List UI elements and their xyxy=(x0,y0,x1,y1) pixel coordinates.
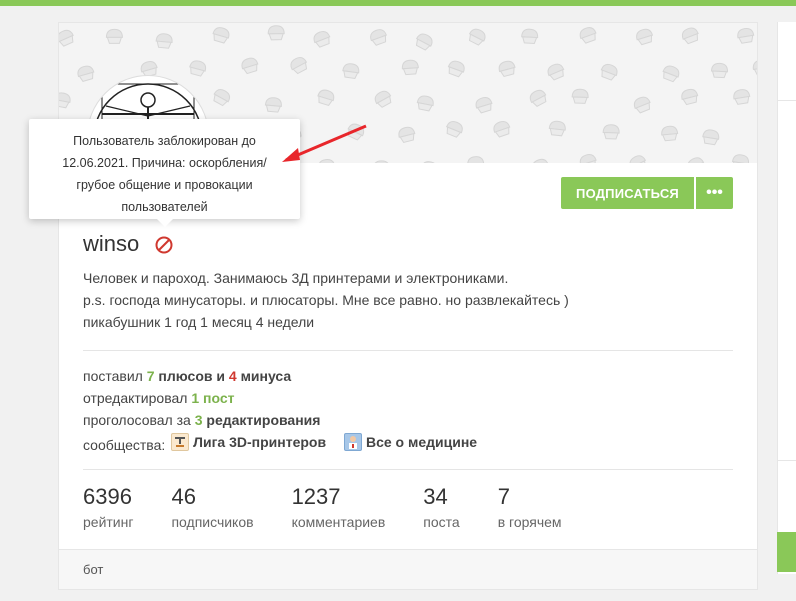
counter-comments[interactable]: 1237 комментариев xyxy=(292,483,386,533)
right-sidebar xyxy=(777,22,796,574)
profile-card: ПОДПИСАТЬСЯ ••• winso Человек и пароход.… xyxy=(58,22,758,590)
bio-line: Человек и пароход. Занимаюсь 3Д принтера… xyxy=(83,270,509,286)
profile-bio: Человек и пароход. Занимаюсь 3Д принтера… xyxy=(83,267,569,333)
edited-line: отредактировал 1 пост xyxy=(83,390,235,406)
counter-subscribers[interactable]: 46 подписчиков xyxy=(171,483,253,533)
activity-stats: поставил 7 плюсов и 4 минуса отредактиро… xyxy=(83,365,489,456)
right-sidebar-green-tab[interactable] xyxy=(777,532,796,572)
medicine-icon xyxy=(343,433,362,451)
votes-line: поставил 7 плюсов и 4 минуса xyxy=(83,368,292,384)
blocked-tooltip: Пользователь заблокирован до 12.06.2021.… xyxy=(29,119,300,227)
counter-hot[interactable]: 7 в горячем xyxy=(498,483,562,533)
bio-line: p.s. господа минусаторы. и плюсаторы. Мн… xyxy=(83,292,569,308)
username: winso xyxy=(83,231,140,256)
voted-line: проголосовал за 3 редактирования xyxy=(83,412,321,428)
counter-posts[interactable]: 34 поста xyxy=(423,483,459,533)
community-link-3d-printers[interactable]: Лига 3D-принтеров xyxy=(169,431,326,453)
voted-edits-link[interactable]: редактирования xyxy=(206,412,320,428)
more-options-button[interactable]: ••• xyxy=(696,177,733,209)
subscribe-button[interactable]: ПОДПИСАТЬСЯ xyxy=(561,177,694,209)
blocked-icon[interactable] xyxy=(155,236,173,254)
section-divider xyxy=(83,469,733,470)
right-sidebar-divider xyxy=(777,100,796,101)
counter-rating: 6396 рейтинг xyxy=(83,484,134,530)
section-divider xyxy=(83,350,733,351)
edited-posts-link[interactable]: 1 пост xyxy=(191,390,234,406)
community-link-medicine[interactable]: Все о медицине xyxy=(342,431,477,453)
top-accent-bar xyxy=(0,0,796,6)
bio-line: пикабушник 1 год 1 месяц 4 недели xyxy=(83,314,315,330)
communities-line: сообщества: Лига 3D-принтеров Все о меди… xyxy=(83,431,489,456)
profile-counters: 6396 рейтинг 46 подписчиков 1237 коммент… xyxy=(83,483,600,533)
right-sidebar-divider xyxy=(777,460,796,461)
printer-3d-icon xyxy=(171,433,190,451)
annotation-arrow xyxy=(282,124,367,162)
profile-footer-note: бот xyxy=(59,549,757,589)
